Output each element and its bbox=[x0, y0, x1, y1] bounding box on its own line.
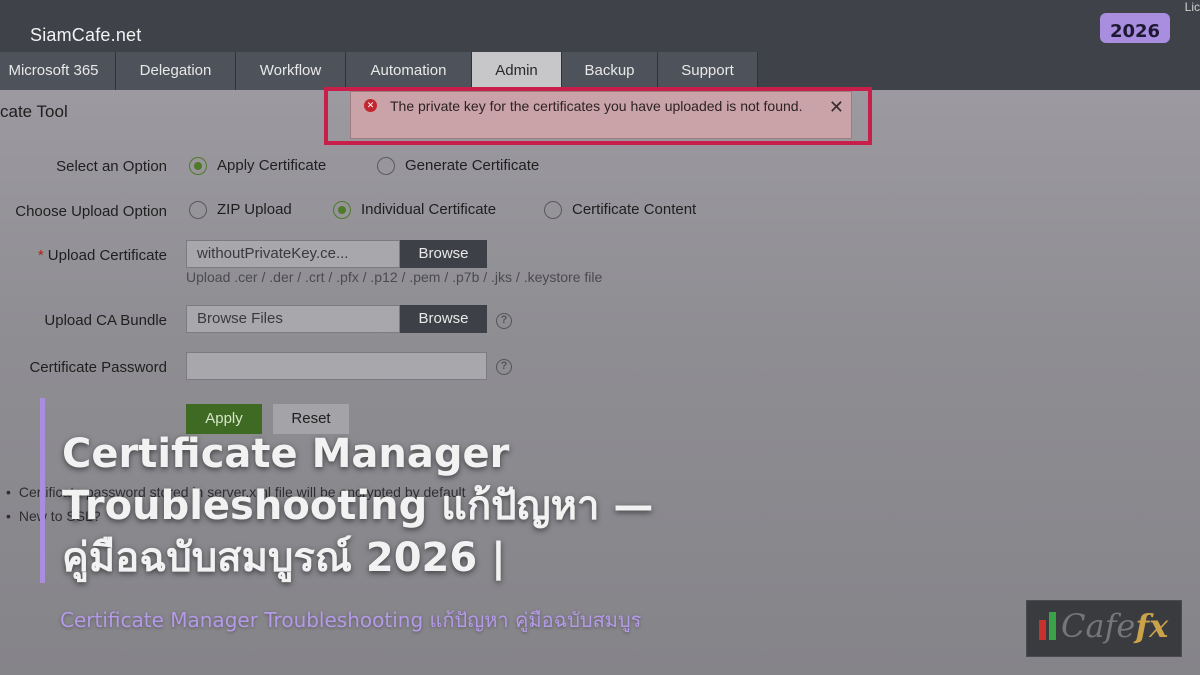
cafefx-logo: Cafefx bbox=[1026, 600, 1182, 657]
tab-support[interactable]: Support bbox=[658, 52, 758, 90]
ca-bundle-help-icon[interactable]: ? bbox=[496, 313, 512, 329]
individual-certificate-label[interactable]: Individual Certificate bbox=[361, 201, 496, 218]
site-name[interactable]: SiamCafe.net bbox=[30, 25, 141, 46]
tab-microsoft-365[interactable]: Microsoft 365 bbox=[0, 52, 116, 90]
required-mark: * bbox=[37, 247, 44, 264]
tab-delegation[interactable]: Delegation bbox=[116, 52, 236, 90]
tab-automation[interactable]: Automation bbox=[346, 52, 472, 90]
upload-certificate-label-text: Upload Certificate bbox=[47, 247, 167, 264]
main-tab-bar: Microsoft 365 Delegation Workflow Automa… bbox=[0, 52, 1200, 90]
upload-format-hint: Upload .cer / .der / .crt / .pfx / .p12 … bbox=[186, 269, 603, 285]
upload-certificate-label: * Upload Certificate bbox=[38, 247, 167, 264]
individual-certificate-radio[interactable] bbox=[333, 201, 351, 219]
generate-certificate-radio[interactable] bbox=[377, 157, 395, 175]
certificate-content-label[interactable]: Certificate Content bbox=[572, 201, 696, 218]
error-highlight-outline bbox=[324, 87, 872, 145]
page-title: cate Tool bbox=[0, 102, 68, 121]
article-headline: Certificate Manager Troubleshooting แก้ป… bbox=[62, 431, 654, 581]
upload-certificate-field[interactable]: withoutPrivateKey.ce... bbox=[186, 240, 400, 268]
generate-certificate-label[interactable]: Generate Certificate bbox=[405, 157, 539, 174]
upload-option-label: Choose Upload Option bbox=[15, 203, 167, 220]
logo-green-bar bbox=[1049, 612, 1056, 640]
tab-admin[interactable]: Admin bbox=[472, 52, 562, 90]
headline-accent-bar bbox=[40, 398, 45, 583]
zip-upload-label[interactable]: ZIP Upload bbox=[217, 201, 292, 218]
ca-bundle-browse-button[interactable]: Browse bbox=[400, 305, 487, 333]
apply-certificate-label[interactable]: Apply Certificate bbox=[217, 157, 326, 174]
article-subtitle: Certificate Manager Troubleshooting แก้ป… bbox=[60, 608, 642, 632]
certificate-tool-panel: cate Tool Select an Option Apply Certifi… bbox=[0, 90, 1200, 675]
certificate-content-radio[interactable] bbox=[544, 201, 562, 219]
certificate-password-label: Certificate Password bbox=[29, 359, 167, 376]
password-help-icon[interactable]: ? bbox=[496, 359, 512, 375]
certificate-password-input[interactable] bbox=[186, 352, 487, 380]
upload-certificate-browse-button[interactable]: Browse bbox=[400, 240, 487, 268]
upload-ca-bundle-label: Upload CA Bundle bbox=[44, 312, 167, 329]
year-badge: 2026 bbox=[1100, 13, 1170, 43]
zip-upload-radio[interactable] bbox=[189, 201, 207, 219]
logo-red-bar bbox=[1039, 620, 1046, 640]
tab-workflow[interactable]: Workflow bbox=[236, 52, 346, 90]
license-link[interactable]: Lic bbox=[1185, 0, 1200, 14]
top-header: SiamCafe.net Lic 2026 bbox=[0, 0, 1200, 52]
tab-backup[interactable]: Backup bbox=[562, 52, 658, 90]
select-option-label: Select an Option bbox=[56, 158, 167, 175]
apply-certificate-radio[interactable] bbox=[189, 157, 207, 175]
ca-bundle-field[interactable]: Browse Files bbox=[186, 305, 400, 333]
logo-wordmark: Cafefx bbox=[1061, 607, 1169, 645]
